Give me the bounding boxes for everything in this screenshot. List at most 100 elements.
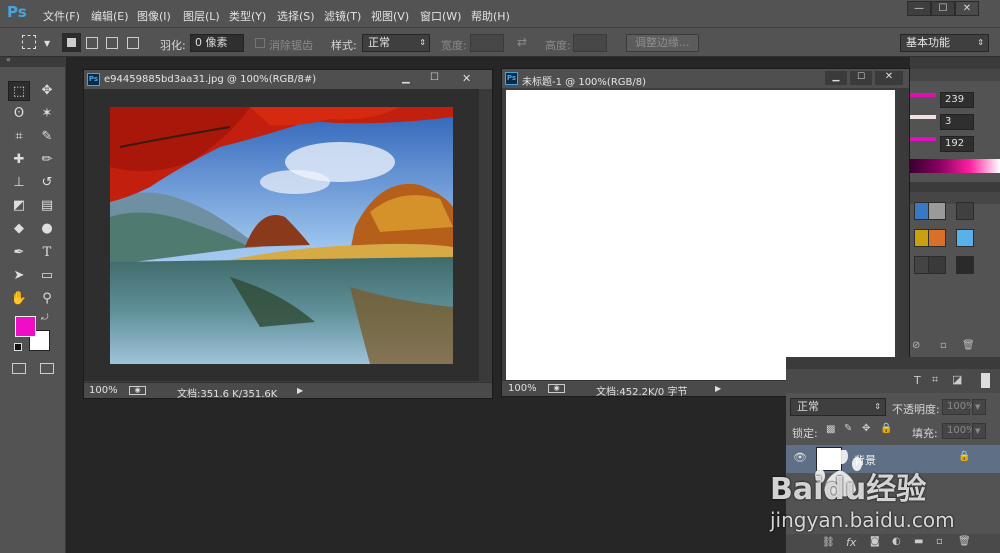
rect-marquee-icon[interactable]: ⬚	[8, 81, 30, 101]
lock-position-icon[interactable]: ✥	[862, 423, 870, 434]
green-slider-track[interactable]	[910, 115, 936, 119]
screen-mode-icon[interactable]	[40, 363, 54, 374]
blend-mode-select[interactable]: 正常 ⇕	[790, 398, 886, 416]
maximize-button[interactable]: ☐	[931, 1, 955, 16]
intersect-selection-icon[interactable]	[127, 37, 139, 49]
blue-slider-track[interactable]	[910, 137, 936, 141]
style-swatch[interactable]	[928, 256, 946, 274]
red-value-field[interactable]: 239	[940, 92, 974, 108]
swap-icon[interactable]: ⇄	[517, 35, 527, 49]
doc-minimize-icon[interactable]: ▁	[825, 71, 847, 85]
collapse-icon[interactable]: «	[6, 55, 11, 64]
new-style-icon[interactable]: ▫	[940, 340, 947, 351]
menu-layer[interactable]: 图层(L)	[183, 8, 220, 24]
style-swatch[interactable]	[956, 229, 974, 247]
blur-icon[interactable]: ◆	[8, 219, 30, 239]
stamp-icon[interactable]: ⊥	[8, 173, 30, 193]
status-arrow-icon[interactable]: ▶	[715, 384, 721, 393]
doc-titlebar[interactable]: Ps e94459885bd3aa31.jpg @ 100%(RGB/8#) ▁…	[84, 70, 492, 89]
fill-input[interactable]: 100%	[942, 423, 976, 439]
add-selection-icon[interactable]	[86, 37, 98, 49]
brush-icon[interactable]: ✏	[36, 150, 58, 170]
shape-filter-icon[interactable]: ⌗	[932, 373, 938, 387]
swap-colors-icon[interactable]: ⤾	[41, 313, 49, 323]
menu-image[interactable]: 图像(I)	[137, 8, 171, 24]
minimize-button[interactable]: —	[907, 1, 931, 16]
doc-scrollbar[interactable]	[898, 88, 909, 380]
hand-icon[interactable]: ✋	[8, 289, 30, 309]
camera-icon[interactable]: ◉	[548, 384, 565, 393]
style-swatch[interactable]	[956, 256, 974, 274]
chevron-down-icon[interactable]: ▼	[44, 39, 50, 48]
menu-filter[interactable]: 滤镜(T)	[324, 8, 361, 24]
refine-edge-button[interactable]: 调整边缘...	[626, 34, 699, 52]
doc-maximize-icon[interactable]: ☐	[850, 71, 872, 85]
width-input[interactable]	[470, 34, 504, 52]
blank-canvas[interactable]	[506, 90, 895, 380]
workspace-select[interactable]: 基本功能 ⇕	[900, 34, 989, 52]
trash-icon[interactable]: 🗑	[962, 340, 975, 351]
magic-wand-icon[interactable]: ✶	[36, 104, 58, 124]
zoom-level[interactable]: 100%	[89, 385, 118, 396]
quick-mask-icon[interactable]	[12, 363, 26, 374]
antialias-checkbox[interactable]	[255, 38, 265, 48]
style-select[interactable]: 正常 ⇕	[362, 34, 430, 52]
zoom-level[interactable]: 100%	[508, 383, 537, 394]
document-window-untitled[interactable]: Ps 未标题-1 @ 100%(RGB/8) ▁ ☐ ✕ 100% ◉ 文档:4…	[501, 68, 910, 398]
style-swatch[interactable]	[956, 202, 974, 220]
close-button[interactable]: ✕	[955, 1, 979, 16]
rect-marquee-preset-icon[interactable]	[22, 35, 36, 49]
type-filter-icon[interactable]: T	[914, 374, 921, 387]
smart-object-filter-icon[interactable]: ◪	[952, 373, 962, 386]
menu-file[interactable]: 文件(F)	[43, 8, 80, 24]
menu-edit[interactable]: 编辑(E)	[91, 8, 129, 24]
opacity-input[interactable]: 100%	[942, 399, 976, 415]
fill-dropdown[interactable]: ▼	[972, 423, 986, 439]
panel-footer-icon[interactable]: ⊘	[912, 340, 920, 351]
lasso-icon[interactable]: ʘ	[8, 104, 30, 124]
style-swatch[interactable]	[928, 229, 946, 247]
move-icon[interactable]: ✥	[36, 81, 58, 101]
blue-value-field[interactable]: 192	[940, 136, 974, 152]
filter-toggle[interactable]	[981, 373, 990, 388]
camera-icon[interactable]: ◉	[129, 386, 146, 395]
new-selection-icon[interactable]	[62, 33, 81, 52]
status-arrow-icon[interactable]: ▶	[297, 386, 303, 395]
menu-help[interactable]: 帮助(H)	[471, 8, 510, 24]
green-value-field[interactable]: 3	[940, 114, 974, 130]
shape-icon[interactable]: ▭	[36, 266, 58, 286]
gradient-icon[interactable]: ▤	[36, 196, 58, 216]
document-window-photo[interactable]: Ps e94459885bd3aa31.jpg @ 100%(RGB/8#) ▁…	[83, 69, 493, 400]
doc-close-icon[interactable]: ✕	[875, 71, 903, 85]
menu-select[interactable]: 选择(S)	[277, 8, 315, 24]
doc-titlebar[interactable]: Ps 未标题-1 @ 100%(RGB/8) ▁ ☐ ✕	[502, 69, 909, 88]
zoom-icon[interactable]: ⚲	[36, 289, 58, 309]
style-swatch[interactable]	[928, 202, 946, 220]
opacity-dropdown[interactable]: ▼	[972, 399, 986, 415]
eyedropper-icon[interactable]: ✎	[36, 127, 58, 147]
eraser-icon[interactable]: ◩	[8, 196, 30, 216]
pen-icon[interactable]: ✒	[8, 243, 30, 263]
doc-scrollbar[interactable]	[479, 89, 492, 381]
lock-paint-icon[interactable]: ✎	[844, 423, 852, 434]
lock-pixels-icon[interactable]: ▩	[826, 424, 835, 435]
feather-input[interactable]: 0 像素	[190, 34, 244, 52]
height-input[interactable]	[573, 34, 607, 52]
menu-view[interactable]: 视图(V)	[371, 8, 409, 24]
doc-close-icon[interactable]: ✕	[462, 72, 471, 85]
doc-canvas-area[interactable]	[84, 89, 479, 381]
menu-type[interactable]: 类型(Y)	[229, 8, 266, 24]
path-select-icon[interactable]: ➤	[8, 266, 30, 286]
menu-window[interactable]: 窗口(W)	[420, 8, 461, 24]
dodge-icon[interactable]: ●	[36, 219, 58, 239]
type-icon[interactable]: T	[36, 243, 58, 263]
history-brush-icon[interactable]: ↺	[36, 173, 58, 193]
foreground-color-swatch[interactable]	[15, 316, 36, 337]
doc-minimize-icon[interactable]: ▁	[402, 73, 410, 84]
subtract-selection-icon[interactable]	[106, 37, 118, 49]
red-slider-track[interactable]	[910, 93, 936, 97]
lock-all-icon[interactable]: 🔒	[880, 423, 892, 434]
default-colors-icon[interactable]	[14, 343, 22, 351]
crop-icon[interactable]: ⌗	[8, 127, 30, 147]
color-ramp[interactable]	[910, 159, 1000, 173]
